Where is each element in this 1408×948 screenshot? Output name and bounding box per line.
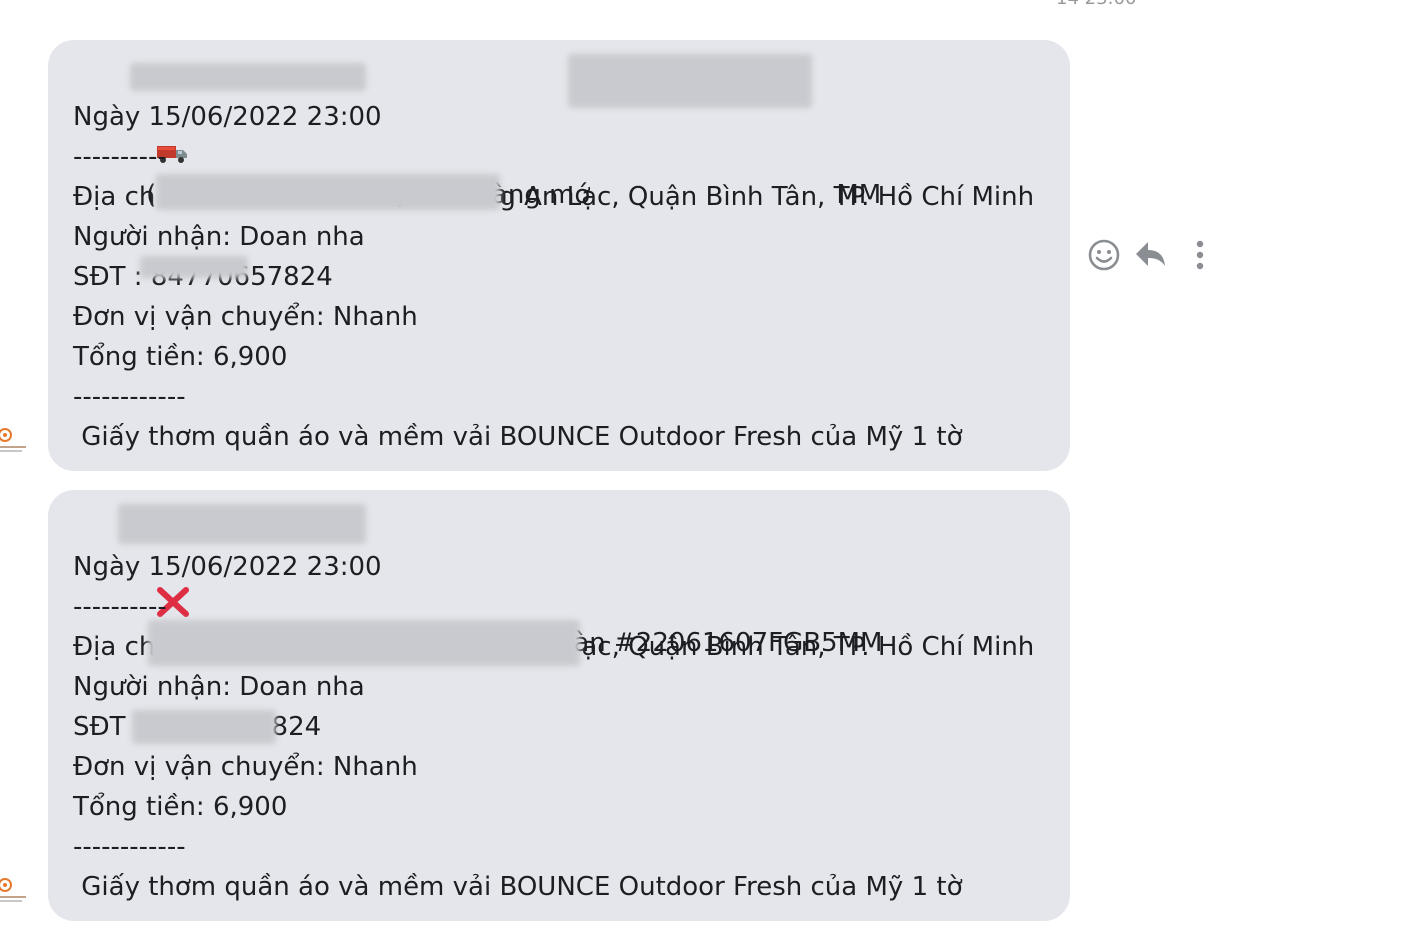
product-name: Giấy thơm quần áo và mềm vải BOUNCE Outd… (73, 872, 963, 902)
address-suffix: ạc, Quận Bình Tân, TP. Hồ Chí Minh (581, 632, 1035, 662)
divider-bottom: ------------ (73, 382, 186, 412)
recipient-name: Người nhận: Doan nha (73, 222, 365, 252)
message-bubble-return-order[interactable]: ) Đơn hàng hoàn #22061607FGB5MM Ngày 15/… (48, 490, 1070, 921)
sender-avatar[interactable] (0, 428, 28, 458)
redacted-region (148, 620, 580, 666)
divider-bottom: ------------ (73, 832, 186, 862)
redacted-region (118, 504, 366, 544)
redacted-region (140, 256, 248, 278)
address-prefix: Địa ch (73, 632, 156, 662)
product-name: Giấy thơm quần áo và mềm vải BOUNCE Outd… (73, 422, 963, 452)
more-options-icon[interactable] (1182, 236, 1218, 272)
order-total: Tổng tiền: 6,900 (73, 792, 288, 822)
emoji-react-icon[interactable] (1084, 236, 1120, 272)
redacted-region (156, 174, 500, 210)
recipient-name: Người nhận: Doan nha (73, 672, 365, 702)
message-timestamp: 14 23:00 (1056, 0, 1137, 9)
order-date: Ngày 15/06/2022 23:00 (73, 552, 382, 582)
redacted-region (130, 63, 366, 91)
phone-prefix: SĐT (73, 262, 126, 292)
address-prefix: Địa ch (73, 182, 156, 212)
phone-prefix: SĐT (73, 712, 126, 742)
address-suffix: g An Lạc, Quận Bình Tân, TP. Hồ Chí Minh (499, 182, 1035, 212)
divider-top: ---------- (73, 142, 167, 172)
redacted-region (132, 710, 276, 744)
redacted-region (568, 54, 812, 108)
sender-avatar[interactable] (0, 878, 28, 908)
order-total: Tổng tiền: 6,900 (73, 342, 288, 372)
shipping-carrier: Đơn vị vận chuyển: Nhanh (73, 752, 418, 782)
shipping-carrier: Đơn vị vận chuyển: Nhanh (73, 302, 418, 332)
order-date: Ngày 15/06/2022 23:00 (73, 102, 382, 132)
phone-suffix: 824 (271, 712, 322, 742)
message-bubble-new-order[interactable]: () Đơn hàng mớMM Ngày 15/06/2022 23:00 -… (48, 40, 1070, 471)
reply-icon[interactable] (1132, 236, 1168, 272)
